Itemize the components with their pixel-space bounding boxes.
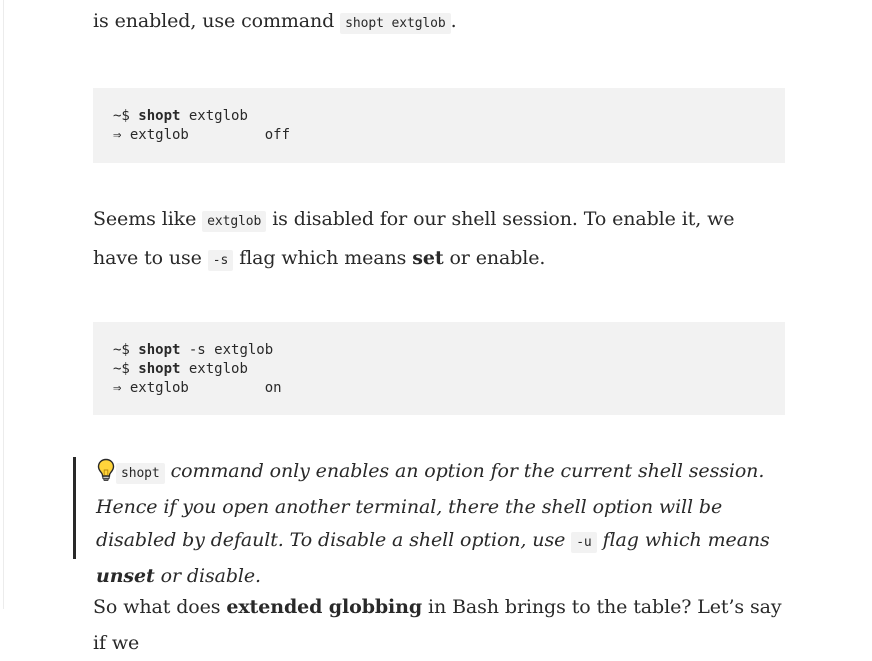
lightbulb-icon	[96, 458, 116, 482]
bold-term-extended-globbing: extended globbing	[226, 596, 423, 618]
inline-code-extglob: extglob	[202, 211, 267, 232]
shell-command: shopt	[138, 342, 181, 358]
paragraph-text: .	[450, 10, 457, 32]
paragraph-text: flag which means	[233, 247, 413, 269]
paragraph-text: So what does	[93, 596, 227, 618]
shell-args: extglob	[180, 361, 248, 377]
tip-text: shopt command only enables an option for…	[96, 455, 785, 593]
shell-prompt: ~$	[113, 361, 139, 377]
shell-args: extglob	[180, 108, 248, 124]
paragraph-text: is enabled, use command	[93, 10, 341, 32]
shell-command: shopt	[138, 361, 181, 377]
paragraph-text: Seems like	[93, 208, 203, 230]
code-output-line: ⇒ extglob off	[113, 127, 291, 143]
shell-prompt: ~$	[113, 342, 139, 358]
shell-args: -s extglob	[180, 342, 274, 358]
code-line: ~$ shopt extglob	[113, 107, 765, 126]
code-block-shopt-enable: ~$ shopt -s extglob ~$ shopt extglob ⇒ ext…	[93, 322, 785, 415]
code-line: ~$ shopt -s extglob	[113, 341, 765, 360]
paragraph-disabled-explanation: Seems like extglob is disabled for our s…	[93, 201, 785, 279]
tip-blockquote: shopt command only enables an option for…	[73, 457, 785, 587]
inline-code-shopt-extglob: shopt extglob	[340, 13, 451, 34]
tip-sentence: or disable.	[154, 564, 261, 587]
code-output-line: ⇒ extglob on	[113, 380, 282, 396]
page-left-border	[3, 0, 4, 609]
paragraph-enable-check: is enabled, use command shopt extglob.	[93, 3, 457, 42]
shell-prompt: ~$	[113, 108, 139, 124]
paragraph-text: or enable.	[443, 247, 546, 269]
paragraph-extended-globbing-intro: So what does extended globbing in Bash b…	[93, 589, 785, 661]
shell-command: shopt	[138, 108, 181, 124]
inline-code-s-flag: -s	[207, 250, 234, 271]
bold-term-unset: unset	[96, 564, 155, 587]
code-line: ~$ shopt extglob	[113, 360, 765, 379]
inline-code-shopt: shopt	[116, 463, 165, 484]
tip-sentence: flag which means	[596, 529, 770, 551]
inline-code-u-flag: -u	[571, 532, 597, 553]
bold-term-set: set	[412, 247, 444, 269]
code-block-shopt-query: ~$ shopt extglob ⇒ extglob off	[93, 88, 785, 163]
